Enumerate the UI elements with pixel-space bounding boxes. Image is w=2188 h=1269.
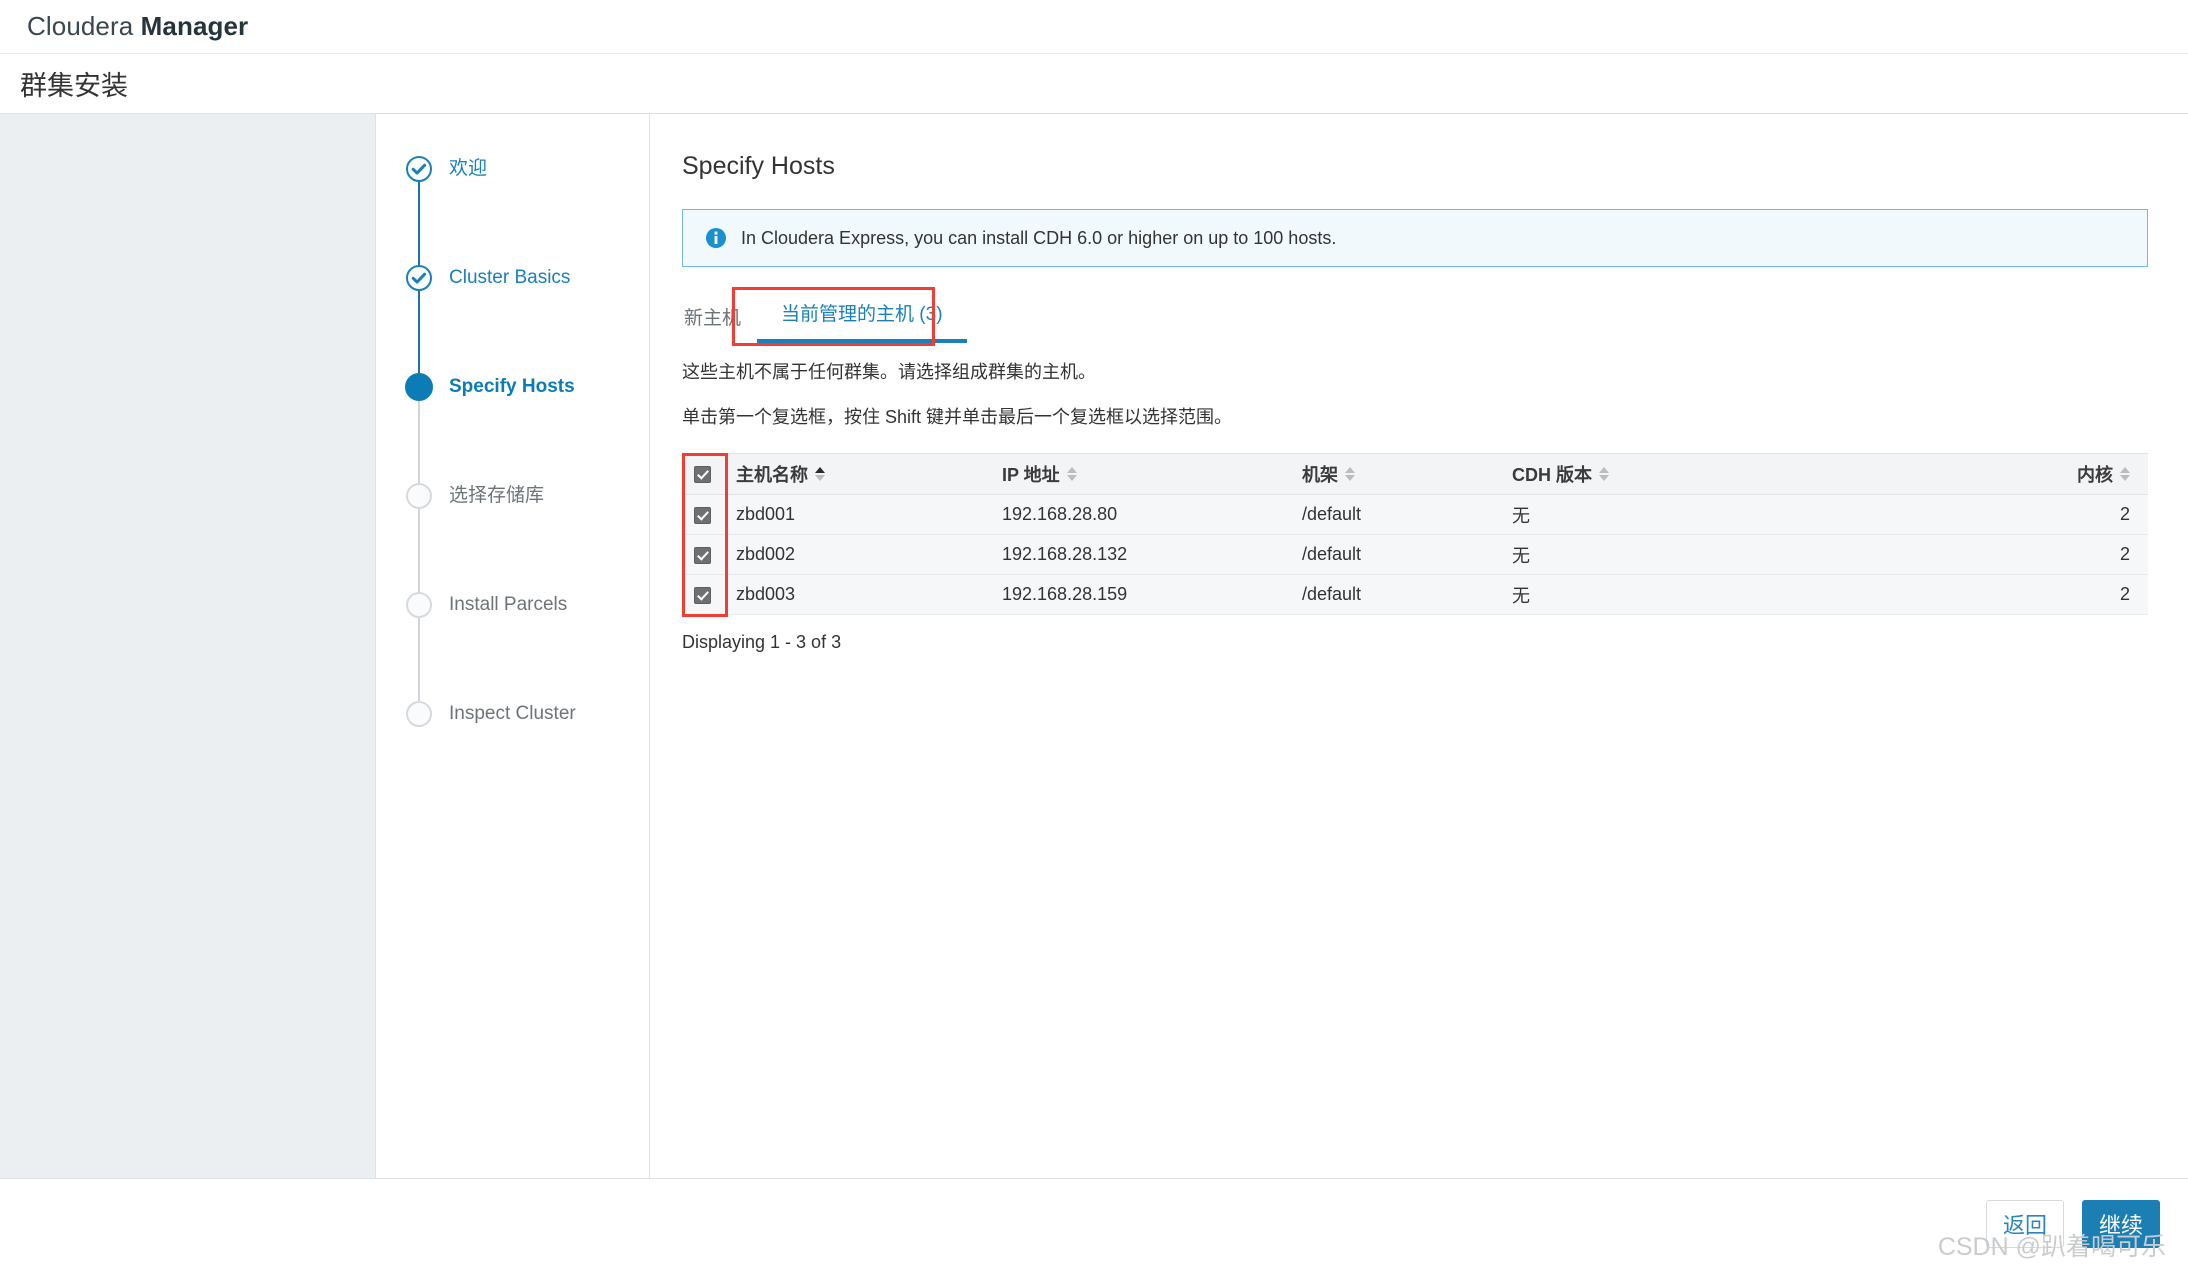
wizard-step-label: Cluster Basics [449, 267, 571, 288]
table-row[interactable]: zbd003 192.168.28.159 /default 无 2 [682, 574, 2148, 615]
cell-cdh-version: 无 [1512, 494, 1872, 535]
content-heading: Specify Hosts [682, 152, 835, 180]
cell-rack: /default [1302, 574, 1512, 615]
wizard-step-inspect-cluster[interactable]: Inspect Cluster [403, 701, 649, 741]
step-dot-column [403, 265, 435, 291]
cell-ip: 192.168.28.132 [1002, 534, 1302, 575]
main-body: 欢迎 Cluster Basics Specify Hosts 选择存储库 In… [0, 114, 2188, 1178]
cell-hostname-text: zbd003 [736, 584, 796, 604]
step-dot-column [403, 156, 435, 182]
header-select-all-cell[interactable] [682, 453, 722, 495]
header-rack-label: 机架 [1302, 465, 1338, 485]
wizard-step-cluster-basics[interactable]: Cluster Basics [403, 265, 649, 400]
continue-button[interactable]: 继续 [2081, 1199, 2160, 1248]
header-hostname[interactable]: 主机名称 [722, 453, 1002, 495]
table-header-row: 主机名称 IP 地址 机架 CDH 版本 内核 [682, 453, 2148, 495]
header-cdh-version-label: CDH 版本 [1512, 465, 1592, 485]
cell-cores: 2 [1872, 494, 2148, 535]
cell-hostname: zbd002 [722, 534, 1002, 575]
page-title-band: 群集安装 [0, 54, 2188, 114]
wizard-step-label: 选择存储库 [449, 485, 545, 506]
wizard-step-label: Inspect Cluster [449, 703, 576, 724]
header-cores[interactable]: 内核 [1872, 453, 2148, 495]
content-panel: Specify Hosts In Cloudera Express, you c… [650, 114, 2188, 1178]
wizard-step-specify-hosts[interactable]: Specify Hosts [403, 373, 649, 509]
step-dot-column [403, 373, 435, 401]
cell-rack: /default [1302, 494, 1512, 535]
row-select-cell[interactable] [682, 574, 722, 615]
header-cdh-version[interactable]: CDH 版本 [1512, 453, 1872, 495]
footer-bar: 返回 继续 CSDN @趴着喝可乐 [0, 1178, 2188, 1268]
hosts-table: 主机名称 IP 地址 机架 CDH 版本 内核 zbd001 192.168.2… [682, 453, 2148, 615]
cell-cores: 2 [1872, 574, 2148, 615]
cell-cdh-version: 无 [1512, 574, 1872, 615]
row-checkbox[interactable] [693, 586, 711, 604]
left-gutter [0, 114, 376, 1178]
header-cores-label: 内核 [2077, 465, 2113, 485]
cell-hostname-text: zbd002 [736, 544, 796, 564]
table-row[interactable]: zbd002 192.168.28.132 /default 无 2 [682, 534, 2148, 575]
cell-rack: /default [1302, 534, 1512, 575]
info-banner: In Cloudera Express, you can install CDH… [682, 209, 2148, 267]
wizard-step-label: Install Parcels [449, 594, 568, 615]
step-pending-marker [406, 483, 432, 509]
cell-ip: 192.168.28.80 [1002, 494, 1302, 535]
hosts-table-wrapper: 主机名称 IP 地址 机架 CDH 版本 内核 zbd001 192.168.2… [682, 453, 2148, 617]
sort-icon[interactable] [1066, 467, 1077, 481]
cell-cdh-version: 无 [1512, 534, 1872, 575]
brand-light-text: Cloudera [27, 11, 141, 41]
description-line-1: 这些主机不属于任何群集。请选择组成群集的主机。 [682, 362, 1096, 382]
row-select-cell[interactable] [682, 534, 722, 575]
cell-hostname: zbd001 [722, 494, 1002, 535]
header-rack[interactable]: 机架 [1302, 453, 1512, 495]
step-dot-column [403, 483, 435, 509]
step-check-icon [406, 265, 432, 291]
wizard-steps-list: 欢迎 Cluster Basics Specify Hosts 选择存储库 In… [403, 156, 649, 741]
row-select-cell[interactable] [682, 494, 722, 535]
wizard-step-label: 欢迎 [449, 158, 488, 179]
sort-icon[interactable] [2120, 467, 2130, 481]
wizard-step-install-parcels[interactable]: Install Parcels [403, 592, 649, 727]
wizard-steps-panel: 欢迎 Cluster Basics Specify Hosts 选择存储库 In… [376, 114, 650, 1178]
hosts-table-head: 主机名称 IP 地址 机架 CDH 版本 内核 [682, 453, 2148, 495]
tab-currently-managed-hosts[interactable]: 当前管理的主机 (3) [757, 299, 967, 343]
description-line-2: 单击第一个复选框，按住 Shift 键并单击最后一个复选框以选择范围。 [682, 407, 1233, 427]
tab-new-hosts[interactable]: 新主机 [682, 303, 757, 343]
step-check-icon [406, 156, 432, 182]
row-checkbox[interactable] [693, 546, 711, 564]
top-bar: Cloudera Manager [0, 0, 2188, 54]
sort-icon[interactable] [1599, 467, 1609, 481]
info-banner-text: In Cloudera Express, you can install CDH… [741, 227, 1337, 248]
displaying-count: Displaying 1 - 3 of 3 [682, 632, 842, 652]
brand-bold-text: Manager [140, 11, 249, 41]
cell-hostname-text: zbd001 [736, 504, 796, 524]
checkmark-icon [411, 272, 427, 284]
row-checkbox[interactable] [693, 506, 711, 524]
hosts-table-body: zbd001 192.168.28.80 /default 无 2 zbd002… [682, 494, 2148, 615]
step-dot-column [403, 592, 435, 618]
host-source-tabs: 新主机 当前管理的主机 (3) [682, 287, 2148, 346]
back-button[interactable]: 返回 [1985, 1199, 2064, 1248]
app-brand: Cloudera Manager [27, 11, 248, 42]
wizard-step-select-repository[interactable]: 选择存储库 [403, 483, 649, 618]
sort-asc-icon[interactable] [815, 467, 825, 481]
checkmark-icon [411, 163, 427, 175]
header-ip[interactable]: IP 地址 [1002, 453, 1302, 495]
header-hostname-label: 主机名称 [736, 465, 808, 485]
cell-ip: 192.168.28.159 [1002, 574, 1302, 615]
wizard-step-label: Specify Hosts [449, 376, 575, 397]
step-pending-marker [406, 592, 432, 618]
step-dot-column [403, 701, 435, 727]
select-all-checkbox[interactable] [693, 466, 711, 484]
cell-hostname: zbd003 [722, 574, 1002, 615]
table-row[interactable]: zbd001 192.168.28.80 /default 无 2 [682, 494, 2148, 535]
step-current-marker [405, 373, 433, 401]
header-ip-label: IP 地址 [1002, 465, 1060, 485]
cell-cores: 2 [1872, 534, 2148, 575]
page-title: 群集安装 [20, 71, 128, 101]
step-pending-marker [406, 701, 432, 727]
sort-icon[interactable] [1345, 467, 1355, 481]
info-icon [706, 228, 726, 248]
wizard-step-welcome[interactable]: 欢迎 [403, 156, 649, 291]
